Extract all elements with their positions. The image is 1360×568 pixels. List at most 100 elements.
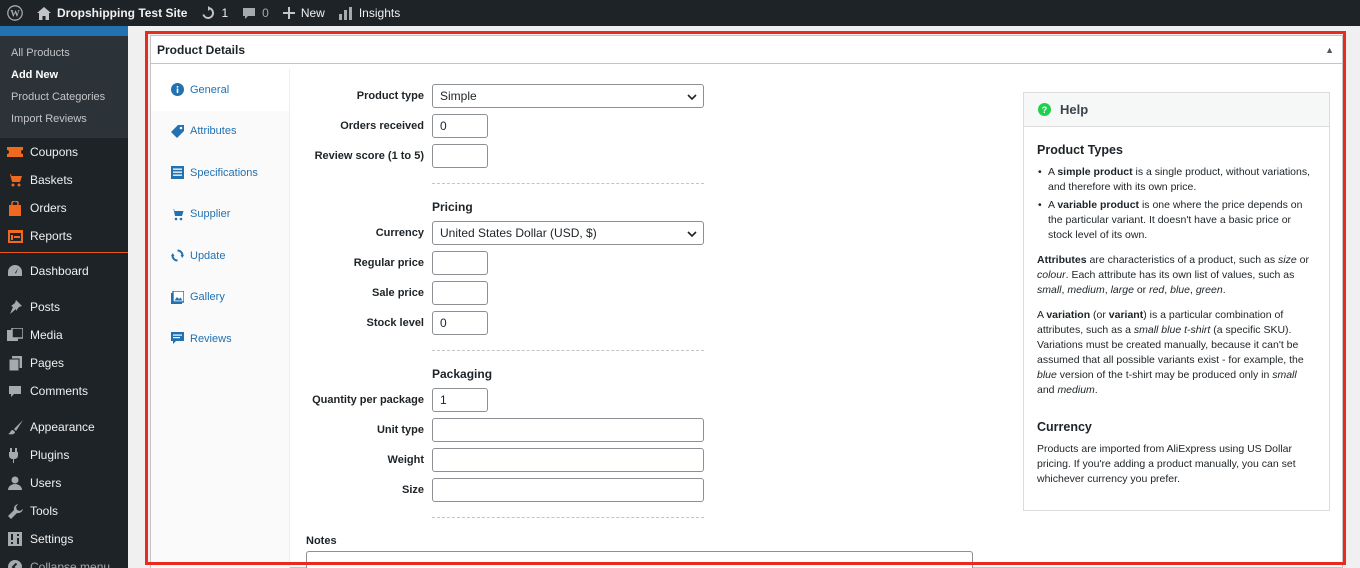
review-score-input[interactable] (432, 144, 488, 168)
unit-type-input[interactable] (432, 418, 704, 442)
notes-textarea[interactable] (306, 551, 973, 568)
regular-price-label: Regular price (353, 257, 424, 269)
pricing-heading: Pricing (432, 200, 473, 214)
bag-icon (6, 200, 24, 216)
collapse-menu-label: Collapse menu (30, 560, 111, 568)
tab-label: Gallery (190, 291, 225, 304)
sidebar-item-tools[interactable]: Tools (0, 497, 128, 525)
submenu-add-new[interactable]: Add New (0, 64, 128, 86)
insights-link[interactable]: Insights (332, 0, 407, 26)
qty-per-package-label: Quantity per package (312, 394, 424, 406)
collapse-toggle-icon[interactable]: ▲ (1325, 45, 1334, 55)
tab-label: Specifications (190, 166, 258, 179)
sale-price-label: Sale price (372, 287, 424, 299)
report-icon (6, 228, 24, 244)
qty-per-package-input[interactable]: 1 (432, 388, 488, 412)
product-type-select[interactable]: Simple (432, 84, 704, 108)
tab-label: Update (190, 249, 226, 262)
sidebar-item-label: Tools (30, 504, 59, 518)
stock-level-input[interactable]: 0 (432, 311, 488, 335)
submenu-import-reviews[interactable]: Import Reviews (0, 108, 128, 130)
sale-price-input[interactable] (432, 281, 488, 305)
weight-input[interactable] (432, 448, 704, 472)
sidebar-item-baskets[interactable]: Baskets (0, 166, 128, 194)
sidebar-item-settings[interactable]: Settings (0, 525, 128, 553)
plus-icon (282, 7, 295, 19)
notes-label: Notes (306, 535, 337, 547)
coupon-icon (6, 144, 24, 160)
sidebar-item-comments[interactable]: Comments (0, 377, 128, 405)
sidebar-item-label: Dashboard (30, 264, 89, 278)
sidebar-item-label: Pages (30, 356, 65, 370)
sidebar-item-appearance[interactable]: Appearance (0, 413, 128, 441)
question-icon: ? (1038, 103, 1051, 116)
sidebar-item-media[interactable]: Media (0, 321, 128, 349)
sidebar-item-label: Baskets (30, 173, 73, 187)
stock-level-label: Stock level (366, 317, 424, 329)
sidebar-item-pages[interactable]: Pages (0, 349, 128, 377)
currency-heading: Currency (1037, 420, 1092, 434)
tab-label: General (190, 83, 230, 96)
sidebar-item-plugins[interactable]: Plugins (0, 441, 128, 469)
collapse-menu-button[interactable]: Collapse menu (0, 553, 128, 568)
comments-link[interactable]: 0 (235, 0, 276, 26)
tab-update[interactable]: Update (151, 235, 289, 277)
sidebar-item-label: Reports (30, 229, 73, 243)
gallery-icon (171, 290, 184, 304)
variation-paragraph: A variation (or variant) is a particular… (1037, 309, 1304, 396)
chevron-down-icon (687, 94, 697, 101)
sidebar-item-posts[interactable]: Posts (0, 293, 128, 321)
regular-price-input[interactable] (432, 251, 488, 275)
sidebar-item-label: Coupons (30, 145, 79, 159)
sidebar-item-users[interactable]: Users (0, 469, 128, 497)
info-icon (171, 83, 184, 97)
product-type-value: Simple (440, 89, 477, 103)
dashboard-gauge-icon (6, 263, 24, 279)
wordpress-logo-icon[interactable]: W (0, 0, 30, 26)
list-item: A simple product is a single product, wi… (1038, 165, 1316, 195)
sidebar-item-dashboard[interactable]: Dashboard (0, 257, 128, 285)
currency-select[interactable]: United States Dollar (USD, $) (432, 221, 704, 245)
site-name-link[interactable]: Dropshipping Test Site (30, 0, 194, 26)
submenu-product-categories[interactable]: Product Categories (0, 86, 128, 108)
sidebar-item-label: Orders (30, 201, 67, 215)
sidebar-item-coupons[interactable]: Coupons (0, 138, 128, 166)
currency-value: United States Dollar (USD, $) (440, 226, 597, 240)
unit-type-label: Unit type (376, 424, 424, 436)
sidebar-item-label: Media (30, 328, 63, 342)
insights-label: Insights (358, 6, 401, 20)
menu-separator (0, 252, 128, 253)
new-content-link[interactable]: New (276, 0, 332, 26)
sidebar-item-label: Appearance (30, 420, 95, 434)
refresh-icon (202, 6, 215, 19)
sidebar-item-label: Posts (30, 300, 61, 314)
tab-label: Reviews (190, 332, 232, 345)
list-icon (171, 166, 184, 180)
home-icon (37, 6, 51, 20)
comments-count: 0 (262, 6, 269, 20)
update-icon (171, 249, 184, 262)
product-type-label: Product type (356, 90, 424, 102)
products-menu-active[interactable] (0, 26, 128, 36)
svg-text:W: W (10, 9, 20, 20)
section-divider (432, 183, 704, 184)
product-types-heading: Product Types (1037, 143, 1123, 157)
tab-label: Supplier (190, 208, 231, 221)
sidebar-item-reports[interactable]: Reports (0, 222, 128, 250)
help-header: ? Help (1024, 93, 1329, 127)
tab-label: Attributes (190, 125, 237, 138)
product-types-list: A simple product is a single product, wi… (1037, 165, 1316, 243)
metabox-header[interactable]: Product Details ▲ (151, 36, 1342, 64)
pushpin-icon (6, 299, 24, 315)
packaging-heading: Packaging (432, 367, 493, 381)
size-input[interactable] (432, 478, 704, 502)
help-panel: ? Help Product Types A simple product is… (1023, 92, 1330, 511)
orders-received-input[interactable]: 0 (432, 114, 488, 138)
user-icon (6, 475, 24, 491)
updates-link[interactable]: 1 (194, 0, 235, 26)
basket-icon (6, 172, 24, 188)
cart-icon (171, 208, 184, 221)
review-bubble-icon (171, 332, 184, 345)
submenu-all-products[interactable]: All Products (0, 42, 128, 64)
sidebar-item-orders[interactable]: Orders (0, 194, 128, 222)
